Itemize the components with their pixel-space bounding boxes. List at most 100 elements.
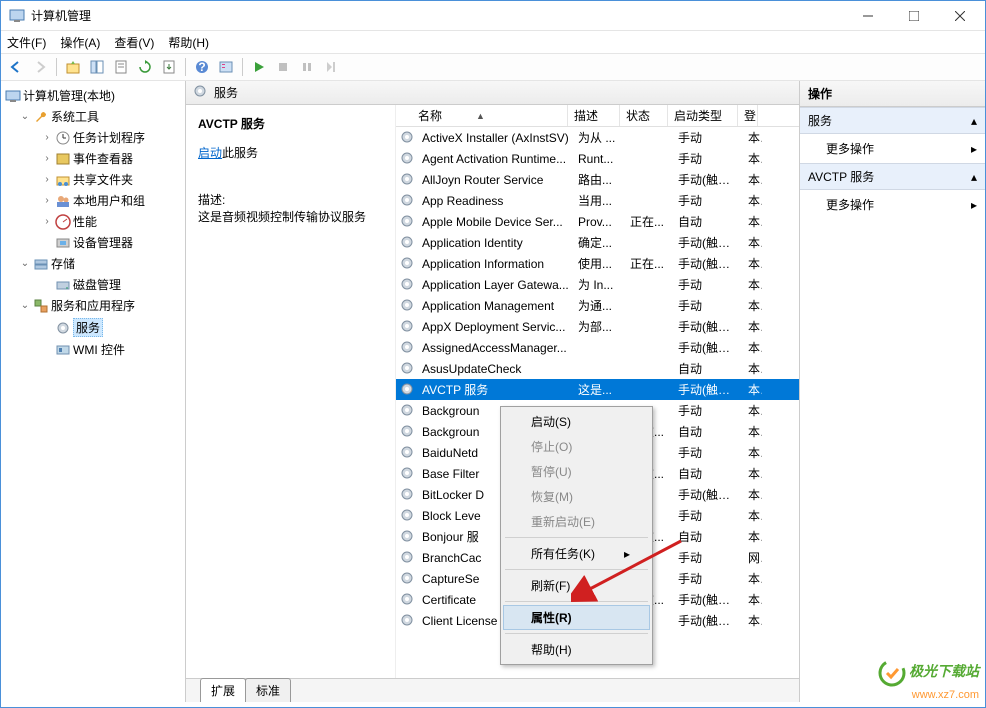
menu-file[interactable]: 文件(F) <box>7 34 46 51</box>
service-row[interactable]: AppX Deployment Servic...为部...手动(触发...本 <box>396 316 799 337</box>
tree-device-manager[interactable]: ›设备管理器 <box>1 232 185 253</box>
menu-help[interactable]: 帮助(H) <box>168 34 209 51</box>
service-row[interactable]: Apple Mobile Device Ser...Prov...正在...自动… <box>396 211 799 232</box>
up-button[interactable] <box>62 56 84 78</box>
gear-icon <box>400 382 416 398</box>
computer-icon <box>5 88 21 104</box>
help-button[interactable]: ? <box>191 56 213 78</box>
service-row[interactable]: AVCTP 服务这是...手动(触发...本 <box>396 379 799 400</box>
ctx-help[interactable]: 帮助(H) <box>503 637 650 662</box>
ctx-start[interactable]: 启动(S) <box>503 409 650 434</box>
tree-local-users[interactable]: ›本地用户和组 <box>1 190 185 211</box>
cell-start: 手动 <box>672 276 742 293</box>
actions-section-selected[interactable]: AVCTP 服务▴ <box>800 163 985 190</box>
cell-desc: 为部... <box>572 318 624 335</box>
center-header: 服务 <box>186 81 799 105</box>
tree-disk-management[interactable]: ›磁盘管理 <box>1 274 185 295</box>
expand-icon[interactable]: › <box>41 174 53 186</box>
col-desc[interactable]: 描述 <box>568 105 620 126</box>
actions-section-services[interactable]: 服务▴ <box>800 107 985 134</box>
service-row[interactable]: Application Information使用...正在...手动(触发..… <box>396 253 799 274</box>
titlebar: 计算机管理 <box>1 1 985 31</box>
cell-desc: 为通... <box>572 297 624 314</box>
back-button[interactable] <box>5 56 27 78</box>
actions-more-1[interactable]: 更多操作▸ <box>800 134 985 163</box>
close-button[interactable] <box>937 1 983 31</box>
tree-system-tools[interactable]: ⌄ 系统工具 <box>1 106 185 127</box>
service-row[interactable]: App Readiness当用...手动本 <box>396 190 799 211</box>
ctx-all-tasks[interactable]: 所有任务(K)▸ <box>503 541 650 566</box>
tree-performance[interactable]: ›性能 <box>1 211 185 232</box>
cell-logon: 本 <box>742 276 762 293</box>
tree-task-scheduler[interactable]: ›任务计划程序 <box>1 127 185 148</box>
cell-desc: 为 In... <box>572 276 624 293</box>
restart-button[interactable] <box>320 56 342 78</box>
service-row[interactable]: AllJoyn Router Service路由...手动(触发...本 <box>396 169 799 190</box>
service-row[interactable]: ActiveX Installer (AxInstSV)为从 ...手动本 <box>396 127 799 148</box>
gear-icon <box>400 613 416 629</box>
forward-button[interactable] <box>29 56 51 78</box>
service-row[interactable]: Application Layer Gatewa...为 In...手动本 <box>396 274 799 295</box>
cell-logon: 本 <box>742 318 762 335</box>
users-icon <box>55 193 71 209</box>
cell-name: AVCTP 服务 <box>416 381 572 398</box>
expand-icon[interactable]: › <box>41 153 53 165</box>
cell-desc: 为从 ... <box>572 129 624 146</box>
tree-root[interactable]: 计算机管理(本地) <box>1 85 185 106</box>
tree-storage[interactable]: ⌄存储 <box>1 253 185 274</box>
gear-icon <box>400 571 416 587</box>
tree-wmi[interactable]: ›WMI 控件 <box>1 339 185 360</box>
col-logon[interactable]: 登 <box>738 105 758 126</box>
properties-button[interactable] <box>110 56 132 78</box>
tree-services[interactable]: ›服务 <box>1 316 185 339</box>
ctx-properties[interactable]: 属性(R) <box>503 605 650 630</box>
filter-button[interactable] <box>215 56 237 78</box>
service-row[interactable]: Application Management为通...手动本 <box>396 295 799 316</box>
tab-standard[interactable]: 标准 <box>245 678 291 702</box>
cell-start: 手动 <box>672 192 742 209</box>
export-button[interactable] <box>158 56 180 78</box>
cell-name: Application Management <box>416 299 572 313</box>
service-row[interactable]: AsusUpdateCheck自动本 <box>396 358 799 379</box>
menu-action[interactable]: 操作(A) <box>60 34 100 51</box>
service-row[interactable]: Agent Activation Runtime...Runt...手动本 <box>396 148 799 169</box>
collapse-icon[interactable]: ⌄ <box>19 111 31 123</box>
center-panel: 服务 AVCTP 服务 启动此服务 描述: 这是音频视频控制传输协议服务 名称▲… <box>186 81 800 702</box>
cell-name: Agent Activation Runtime... <box>416 152 572 166</box>
actions-more-2[interactable]: 更多操作▸ <box>800 190 985 219</box>
ctx-refresh[interactable]: 刷新(F) <box>503 573 650 598</box>
show-hide-tree-button[interactable] <box>86 56 108 78</box>
service-row[interactable]: Application Identity确定...手动(触发...本 <box>396 232 799 253</box>
cell-logon: 本 <box>742 528 762 545</box>
refresh-button[interactable] <box>134 56 156 78</box>
minimize-button[interactable] <box>845 1 891 31</box>
col-name[interactable]: 名称▲ <box>396 105 568 126</box>
start-link[interactable]: 启动 <box>198 146 222 160</box>
play-button[interactable] <box>248 56 270 78</box>
collapse-icon[interactable]: ⌄ <box>19 300 31 312</box>
tab-extended[interactable]: 扩展 <box>200 678 246 702</box>
gear-icon <box>400 508 416 524</box>
menu-view[interactable]: 查看(V) <box>114 34 154 51</box>
cell-logon: 本 <box>742 360 762 377</box>
col-start[interactable]: 启动类型 <box>668 105 738 126</box>
pause-button[interactable] <box>296 56 318 78</box>
device-icon <box>55 235 71 251</box>
cell-start: 手动 <box>672 444 742 461</box>
expand-icon[interactable]: › <box>41 216 53 228</box>
tree-shared-folders[interactable]: ›共享文件夹 <box>1 169 185 190</box>
expand-icon[interactable]: › <box>41 195 53 207</box>
service-row[interactable]: AssignedAccessManager...手动(触发...本 <box>396 337 799 358</box>
tree-services-apps[interactable]: ⌄服务和应用程序 <box>1 295 185 316</box>
cell-start: 自动 <box>672 213 742 230</box>
center-title: 服务 <box>214 84 238 101</box>
list-header: 名称▲ 描述 状态 启动类型 登 <box>396 105 799 127</box>
cell-desc: Prov... <box>572 215 624 229</box>
tree-event-viewer[interactable]: ›事件查看器 <box>1 148 185 169</box>
collapse-icon[interactable]: ⌄ <box>19 258 31 270</box>
col-status[interactable]: 状态 <box>620 105 668 126</box>
maximize-button[interactable] <box>891 1 937 31</box>
expand-icon[interactable]: › <box>41 132 53 144</box>
cell-logon: 本 <box>742 507 762 524</box>
stop-button[interactable] <box>272 56 294 78</box>
